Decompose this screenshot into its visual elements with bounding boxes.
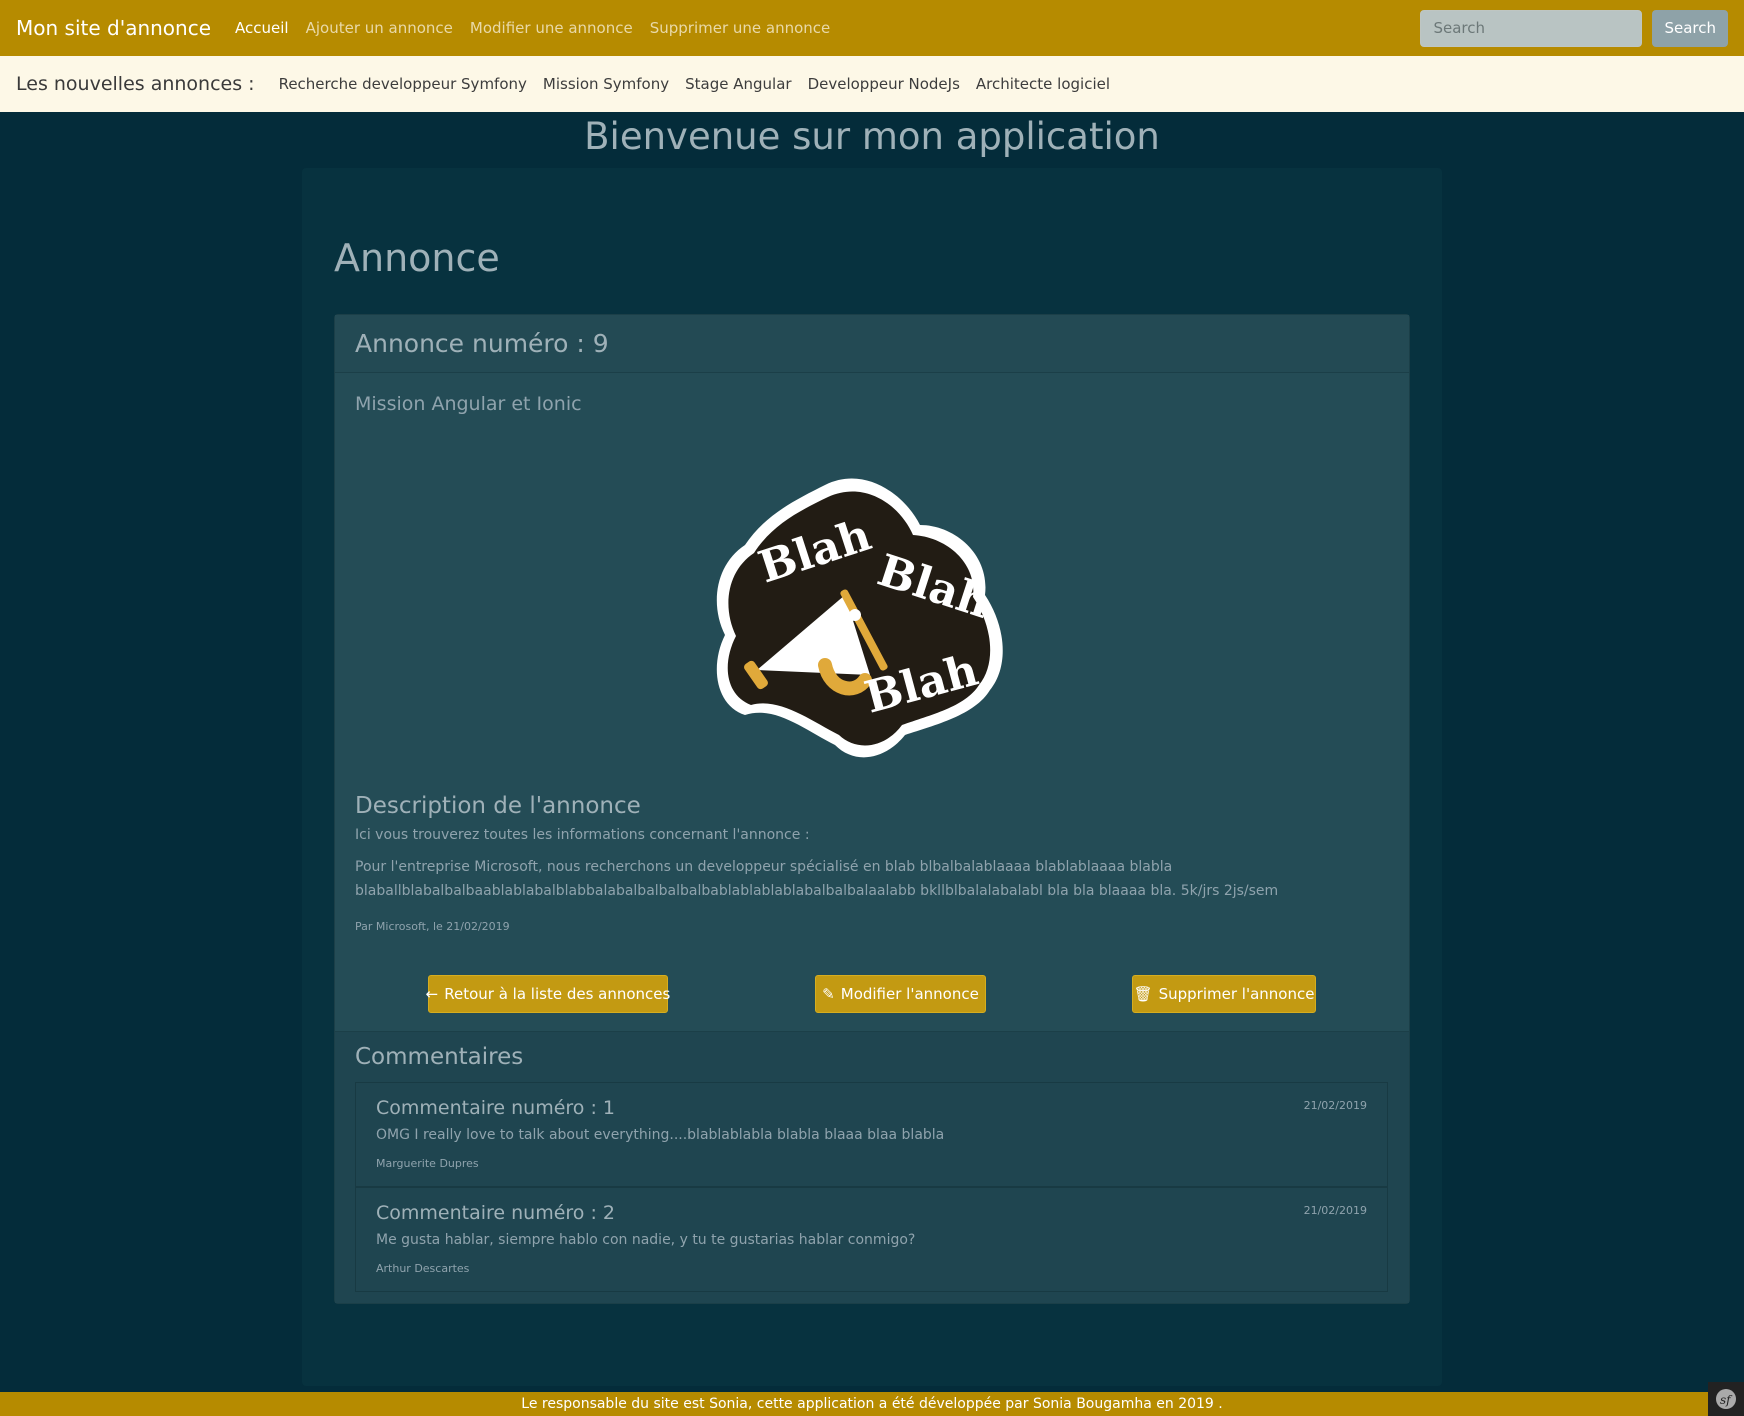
comment-date: 21/02/2019 bbox=[1303, 1204, 1367, 1217]
annonce-title: Mission Angular et Ionic bbox=[355, 393, 582, 415]
new-ad-link[interactable]: Stage Angular bbox=[685, 75, 791, 93]
comment-title: Commentaire numéro : 2 bbox=[376, 1202, 616, 1224]
trash-icon: 🗑 bbox=[1133, 985, 1153, 1003]
comments-title: Commentaires bbox=[355, 1044, 524, 1070]
new-ad-link[interactable]: Architecte logiciel bbox=[976, 75, 1110, 93]
search-input[interactable] bbox=[1420, 9, 1643, 47]
delete-annonce-button[interactable]: 🗑 Supprimer l'annonce bbox=[1132, 975, 1316, 1013]
annonce-image: Blah Blah Blah bbox=[705, 465, 1045, 765]
symfony-toolbar-toggle[interactable]: sf bbox=[1708, 1382, 1744, 1416]
comment-date: 21/02/2019 bbox=[1303, 1099, 1367, 1112]
comment-author: Arthur Descartes bbox=[376, 1262, 470, 1275]
description-body: Pour l'entreprise Microsoft, nous recher… bbox=[355, 859, 1279, 899]
new-ad-link[interactable]: Mission Symfony bbox=[543, 75, 669, 93]
brand-link[interactable]: Mon site d'annonce bbox=[16, 16, 211, 40]
blah-megaphone-sticker: Blah Blah Blah bbox=[716, 478, 1003, 758]
new-ads-bar: Les nouvelles annonces : Recherche devel… bbox=[0, 56, 1744, 112]
site-footer: Le responsable du site est Sonia, cette … bbox=[0, 1392, 1744, 1416]
nav-link-modifier[interactable]: Modifier une annonce bbox=[470, 19, 633, 37]
back-to-list-button[interactable]: ← Retour à la liste des annonces bbox=[425, 975, 671, 1013]
nav-link-ajouter[interactable]: Ajouter un annonce bbox=[306, 19, 453, 37]
comment-item: Commentaire numéro : 1 21/02/2019 OMG I … bbox=[355, 1082, 1388, 1187]
new-ads-title: Les nouvelles annonces : bbox=[16, 73, 255, 95]
edit-icon: ✎ bbox=[822, 985, 835, 1003]
main-container: Annonce Annonce numéro : 9 Mission Angul… bbox=[302, 168, 1442, 1386]
comment-author: Marguerite Dupres bbox=[376, 1157, 479, 1170]
description-title: Description de l'annonce bbox=[355, 793, 641, 819]
comment-text: OMG I really love to talk about everythi… bbox=[376, 1127, 945, 1143]
symfony-icon: sf bbox=[1716, 1389, 1736, 1409]
annonce-meta: Par Microsoft, le 21/02/2019 bbox=[355, 920, 510, 933]
comment-text: Me gusta hablar, siempre hablo con nadie… bbox=[376, 1232, 916, 1248]
comment-title: Commentaire numéro : 1 bbox=[376, 1097, 616, 1119]
section-title: Annonce bbox=[334, 236, 500, 280]
page-title: Bienvenue sur mon application bbox=[584, 115, 1160, 158]
new-ad-link[interactable]: Recherche developpeur Symfony bbox=[279, 75, 527, 93]
description-intro: Ici vous trouverez toutes les informatio… bbox=[355, 827, 810, 843]
search-form: Search bbox=[1420, 9, 1728, 47]
arrow-left-icon: ← bbox=[425, 985, 439, 1003]
search-button[interactable]: Search bbox=[1652, 9, 1728, 47]
annonce-card: Annonce numéro : 9 Mission Angular et Io… bbox=[334, 314, 1410, 1304]
footer-text: Le responsable du site est Sonia, cette … bbox=[521, 1396, 1223, 1412]
nav-link-accueil[interactable]: Accueil bbox=[235, 19, 289, 37]
delete-button-label: Supprimer l'annonce bbox=[1158, 985, 1315, 1003]
comment-item: Commentaire numéro : 2 21/02/2019 Me gus… bbox=[355, 1187, 1388, 1292]
new-ad-link[interactable]: Developpeur NodeJs bbox=[808, 75, 960, 93]
top-navbar: Mon site d'annonce Accueil Ajouter un an… bbox=[0, 0, 1744, 56]
nav-link-supprimer[interactable]: Supprimer une annonce bbox=[650, 19, 831, 37]
comments-section: Commentaires Commentaire numéro : 1 21/0… bbox=[335, 1031, 1409, 1303]
annonce-header: Annonce numéro : 9 bbox=[335, 315, 1409, 373]
edit-annonce-button[interactable]: ✎ Modifier l'annonce bbox=[815, 975, 986, 1013]
nav-links: Accueil Ajouter un annonce Modifier une … bbox=[235, 19, 847, 37]
back-button-label: Retour à la liste des annonces bbox=[444, 985, 671, 1003]
edit-button-label: Modifier l'annonce bbox=[840, 985, 979, 1003]
